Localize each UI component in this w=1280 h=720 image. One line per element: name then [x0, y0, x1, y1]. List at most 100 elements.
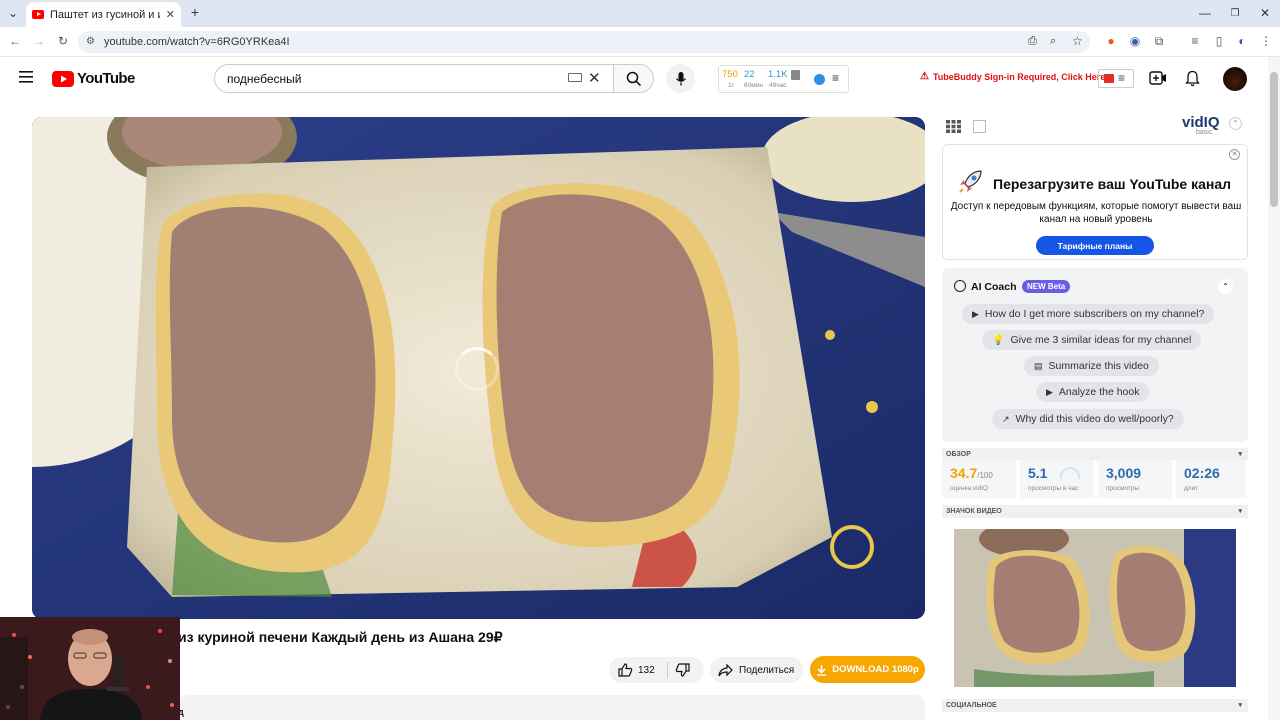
tab-search-chevron-icon[interactable]: ⌄: [6, 6, 20, 20]
download-icon: [817, 664, 827, 676]
thumbs-down-icon: [675, 663, 690, 677]
zoom-icon[interactable]: ⌕: [1050, 35, 1056, 48]
vidiq-promo-card: ✕ Перезагрузите ваш YouTube канал Доступ…: [942, 144, 1248, 260]
like-count: 132: [638, 665, 655, 676]
video-player[interactable]: [32, 117, 925, 619]
youtube-logo[interactable]: YouTube: [52, 70, 135, 87]
coach-question-performance[interactable]: ↗ Why did this video do well/poorly?: [992, 409, 1184, 429]
stats-menu-icon[interactable]: ≡: [832, 71, 839, 85]
browser-toolbar: ← → ↻ ⚙ youtube.com/watch?v=6RG0YRKea4I …: [0, 27, 1280, 57]
like-button[interactable]: [617, 662, 633, 678]
stats-view-icon[interactable]: [973, 120, 986, 133]
vidiq-header: vidIQ basic ⌃: [942, 113, 1248, 141]
side-panel-icon[interactable]: ▯: [1211, 33, 1227, 49]
install-icon[interactable]: ⎙: [1028, 35, 1037, 48]
tubebuddy-menu-button[interactable]: ≡: [1098, 69, 1134, 88]
coach-question-text: Summarize this video: [1048, 360, 1149, 372]
tab-close-icon[interactable]: ✕: [166, 8, 175, 21]
vidiq-collapse-icon[interactable]: ⌃: [1229, 117, 1242, 130]
video-play-icon: ▶: [1046, 386, 1053, 397]
reload-icon[interactable]: ↻: [55, 33, 71, 49]
thumbnail-section-header[interactable]: ЗНАЧОК ВИДЕО ▾: [942, 505, 1248, 518]
download-label: DOWNLOAD 1080p: [832, 664, 919, 675]
vidiq-score: 34.7/100: [950, 465, 993, 481]
bookmark-star-icon[interactable]: ☆: [1072, 34, 1083, 48]
views-label: просмотры: [1106, 485, 1140, 492]
share-arrow-icon: [718, 663, 733, 676]
extensions-puzzle-icon[interactable]: ⧉: [1151, 33, 1167, 49]
minimize-icon[interactable]: —: [1198, 6, 1212, 20]
coach-question-summarize[interactable]: ▤ Summarize this video: [1024, 356, 1159, 376]
vidiq-score-label: оценка vidIQ: [950, 485, 989, 492]
coach-question-hook[interactable]: ▶ Analyze the hook: [1036, 382, 1150, 402]
coach-question-ideas[interactable]: 💡 Give me 3 similar ideas for my channel: [982, 330, 1202, 350]
new-tab-button[interactable]: +: [188, 4, 202, 20]
social-caret-icon: ▾: [1238, 702, 1242, 709]
clear-search-icon[interactable]: ✕: [588, 69, 601, 87]
site-info-icon[interactable]: ⚙: [86, 36, 95, 47]
page-scrollbar-thumb[interactable]: [1270, 72, 1278, 207]
promo-title: Перезагрузите ваш YouTube канал: [993, 176, 1232, 192]
views-per-hour-cell: 5.1 просмотры в час: [1020, 460, 1096, 498]
tubebuddy-icon: [1104, 74, 1114, 83]
social-section-header[interactable]: СОЦИАЛЬНОЕ ▾: [942, 699, 1248, 712]
share-button[interactable]: Поделиться: [710, 657, 803, 683]
keyboard-icon[interactable]: [568, 73, 582, 82]
webcam-overlay: [0, 617, 180, 720]
vidiq-toolbar-icon[interactable]: [814, 74, 825, 85]
hamburger-menu-icon[interactable]: [19, 71, 33, 83]
length-cell: 02:26 длит: [1176, 460, 1248, 498]
views-cell: 3,009 просмотры: [1098, 460, 1174, 498]
stat-value-1: 750: [722, 69, 738, 80]
search-input[interactable]: поднебесный ✕: [214, 64, 614, 93]
thumbnail-section-label: ЗНАЧОК ВИДЕО: [946, 508, 1002, 515]
microphone-icon: [675, 71, 686, 85]
notifications-bell-icon[interactable]: [1185, 70, 1200, 87]
lightbulb-icon: 💡: [992, 334, 1005, 346]
forward-icon[interactable]: →: [31, 33, 47, 49]
create-video-icon[interactable]: [1149, 71, 1167, 85]
video-thumbnail[interactable]: [954, 529, 1236, 687]
search-input-value: поднебесный: [227, 71, 302, 86]
coach-question-text: Give me 3 similar ideas for my channel: [1010, 334, 1192, 346]
extension-vidiq-icon[interactable]: ◉: [1127, 33, 1143, 49]
views-per-hour-value: 5.1: [1028, 465, 1048, 481]
dislike-button[interactable]: [675, 662, 691, 678]
pricing-plans-button[interactable]: Тарифные планы: [1036, 236, 1154, 255]
ai-coach-collapse-icon[interactable]: ⌃: [1218, 279, 1233, 294]
voice-search-button[interactable]: [666, 64, 695, 93]
download-button[interactable]: DOWNLOAD 1080p: [810, 656, 925, 683]
grid-view-icon[interactable]: [946, 120, 961, 133]
account-avatar[interactable]: [1223, 67, 1247, 91]
chrome-menu-icon[interactable]: ⋮: [1258, 33, 1274, 49]
search-icon: [626, 71, 641, 86]
like-dislike-group: 132: [609, 657, 704, 683]
restore-icon[interactable]: ❐: [1228, 6, 1242, 20]
reading-list-icon[interactable]: ≡: [1187, 33, 1203, 49]
youtube-favicon-icon: [32, 10, 44, 19]
new-beta-badge: NEW Beta: [1022, 280, 1071, 293]
coach-question-subscribers[interactable]: ▶ How do I get more subscribers on my ch…: [962, 304, 1215, 324]
warning-icon: ⚠: [920, 71, 929, 82]
channel-stats-widget[interactable]: 750 22 1.1K 1г 60мин 48час ≡: [718, 65, 849, 93]
extension-fire-icon[interactable]: ●: [1103, 33, 1119, 49]
address-bar[interactable]: ⚙ youtube.com/watch?v=6RG0YRKea4I ⎙ ⌕ ☆: [78, 31, 1090, 53]
browser-tab[interactable]: Паштет из гусиной и из курин ✕: [26, 2, 181, 27]
window-close-icon[interactable]: ✕: [1258, 6, 1272, 20]
profile-icon[interactable]: ◐: [1234, 33, 1250, 49]
coach-question-text: Analyze the hook: [1058, 386, 1140, 398]
vidiq-score-cell: 34.7/100 оценка vidIQ: [942, 460, 1018, 498]
coach-question-text: How do I get more subscribers on my chan…: [984, 308, 1205, 320]
back-icon[interactable]: ←: [7, 33, 23, 49]
vidiq-tier: basic: [1196, 129, 1213, 136]
browser-tab-strip: ⌄ Паштет из гусиной и из курин ✕ + — ❐ ✕: [0, 0, 1280, 27]
trend-chart-icon: ↗: [1002, 413, 1010, 424]
video-play-icon: ▶: [972, 308, 979, 319]
search-button[interactable]: [613, 64, 654, 93]
youtube-masthead: YouTube поднебесный ✕ 750 22 1.1K 1г 60м…: [0, 57, 1268, 102]
thumbs-up-icon: [618, 663, 633, 677]
description-box[interactable]: д: [178, 695, 925, 720]
loading-spinner-icon: [455, 347, 499, 391]
promo-close-icon[interactable]: ✕: [1229, 149, 1240, 160]
tubebuddy-signin-link[interactable]: ⚠ TubeBuddy Sign-in Required, Click Here: [920, 71, 1105, 82]
